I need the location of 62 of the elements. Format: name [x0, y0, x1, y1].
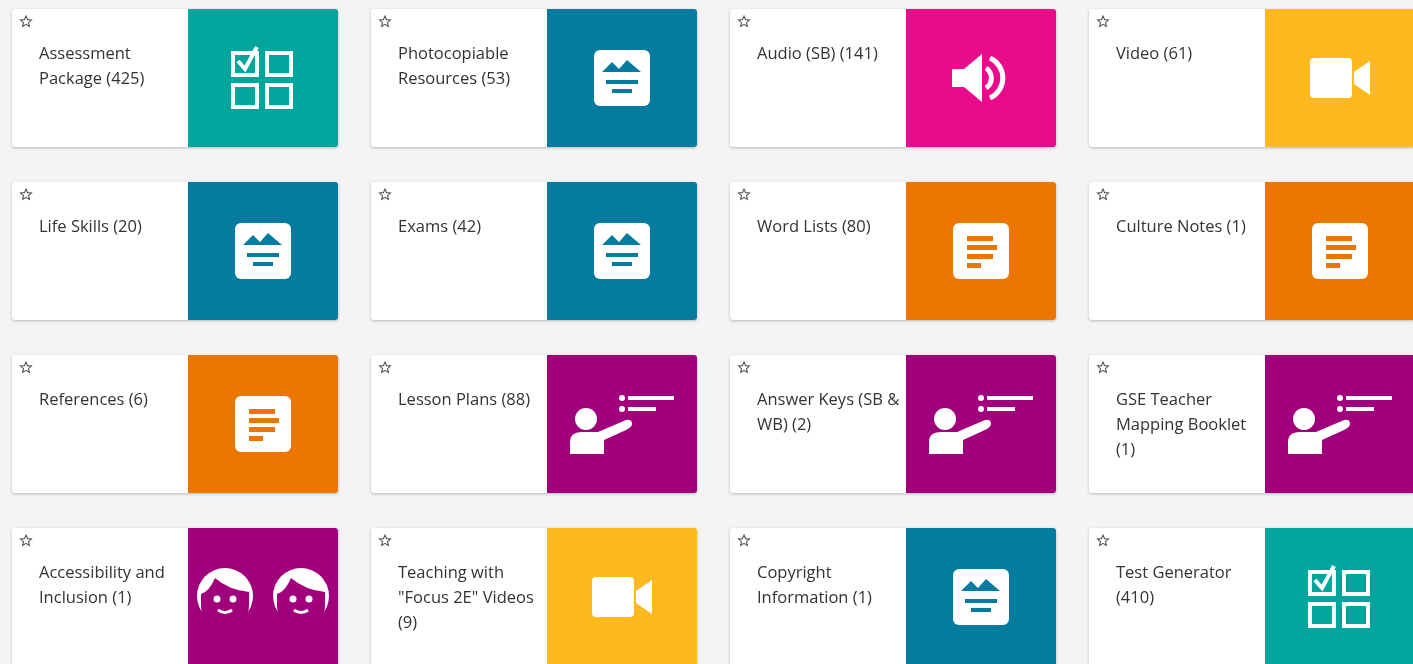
presenter-icon: [929, 394, 1033, 454]
tile-title: Answer Keys (SB & WB) (2): [757, 386, 901, 436]
resource-tile[interactable]: Lesson Plans (88): [371, 355, 697, 493]
star-icon[interactable]: [378, 361, 392, 374]
tile-title: Photocopiable Resources (53): [398, 40, 512, 90]
star-icon[interactable]: [737, 361, 751, 374]
video-camera-icon: [592, 577, 652, 617]
tile-title: Assessment Package (425): [39, 40, 146, 90]
resource-tile[interactable]: Culture Notes (1): [1089, 182, 1413, 320]
tile-title: Video (61): [1116, 40, 1194, 65]
star-icon[interactable]: [737, 188, 751, 201]
star-icon[interactable]: [378, 15, 392, 28]
star-icon[interactable]: [737, 15, 751, 28]
star-icon[interactable]: [19, 188, 33, 201]
tile-title: Teaching with "Focus 2E" Videos (9): [398, 559, 535, 634]
checklist-icon: [1307, 564, 1373, 630]
presenter-icon: [1288, 394, 1392, 454]
star-icon[interactable]: [19, 15, 33, 28]
star-icon[interactable]: [19, 534, 33, 547]
tile-title: Word Lists (80): [757, 213, 872, 238]
resource-tile[interactable]: GSE Teacher Mapping Booklet (1): [1089, 355, 1413, 493]
video-camera-icon: [1310, 58, 1370, 98]
star-icon[interactable]: [737, 534, 751, 547]
resource-tile[interactable]: Teaching with "Focus 2E" Videos (9): [371, 528, 697, 664]
resource-tile[interactable]: Test Generator (410): [1089, 528, 1413, 664]
document-icon: [953, 223, 1009, 279]
tile-title: GSE Teacher Mapping Booklet (1): [1116, 386, 1248, 461]
resource-tile[interactable]: Exams (42): [371, 182, 697, 320]
star-icon[interactable]: [1096, 15, 1110, 28]
star-icon[interactable]: [19, 361, 33, 374]
document-icon: [1312, 223, 1368, 279]
document-icon: [235, 396, 291, 452]
resource-tile[interactable]: Copyright Information (1): [730, 528, 1056, 664]
resource-tile[interactable]: Life Skills (20): [12, 182, 338, 320]
tile-title: Audio (SB) (141): [757, 40, 879, 65]
star-icon[interactable]: [1096, 188, 1110, 201]
star-icon[interactable]: [1096, 534, 1110, 547]
tile-title: Culture Notes (1): [1116, 213, 1247, 238]
presenter-icon: [570, 394, 674, 454]
tile-title: Accessibility and Inclusion (1): [39, 559, 166, 609]
image-document-icon: [953, 569, 1009, 625]
checklist-icon: [230, 45, 296, 111]
tile-title: Exams (42): [398, 213, 482, 238]
image-document-icon: [594, 223, 650, 279]
resource-tile[interactable]: Assessment Package (425): [12, 9, 338, 147]
resource-tile[interactable]: Word Lists (80): [730, 182, 1056, 320]
resource-tile[interactable]: Audio (SB) (141): [730, 9, 1056, 147]
star-icon[interactable]: [378, 188, 392, 201]
image-document-icon: [594, 50, 650, 106]
resource-tile[interactable]: Video (61): [1089, 9, 1413, 147]
resource-tile[interactable]: References (6): [12, 355, 338, 493]
tile-title: References (6): [39, 386, 149, 411]
resource-tile[interactable]: Photocopiable Resources (53): [371, 9, 697, 147]
tile-title: Test Generator (410): [1116, 559, 1233, 609]
resource-tile[interactable]: Accessibility and Inclusion (1): [12, 528, 338, 664]
star-icon[interactable]: [378, 534, 392, 547]
tile-title: Life Skills (20): [39, 213, 143, 238]
star-icon[interactable]: [1096, 361, 1110, 374]
tile-title: Copyright Information (1): [757, 559, 873, 609]
tile-title: Lesson Plans (88): [398, 386, 532, 411]
resource-tile[interactable]: Answer Keys (SB & WB) (2): [730, 355, 1056, 493]
image-document-icon: [235, 223, 291, 279]
